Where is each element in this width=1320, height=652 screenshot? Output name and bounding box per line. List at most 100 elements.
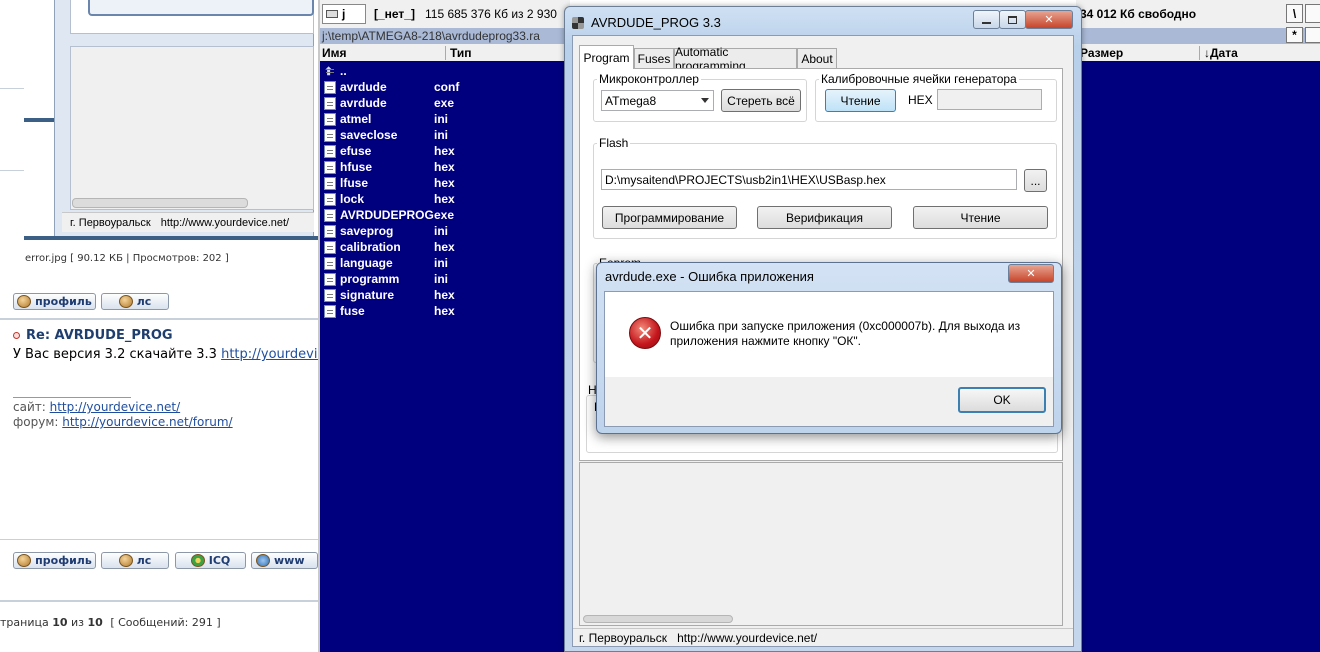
file-row[interactable]: programm ini bbox=[324, 271, 448, 287]
tab-about[interactable]: About bbox=[797, 48, 837, 68]
file-ext: hex bbox=[434, 288, 455, 302]
flash-path-field[interactable]: D:\mysaitend\PROJECTS\usb2in1\HEX\USBasp… bbox=[601, 169, 1017, 190]
file-row[interactable]: efuse hex bbox=[324, 143, 455, 159]
sig-forum-link[interactable]: http://yourdevice.net/forum/ bbox=[62, 415, 232, 429]
file-name: saveprog bbox=[340, 224, 394, 238]
tab-fuses[interactable]: Fuses bbox=[634, 48, 674, 68]
parent-dir-row[interactable]: ⬆.. bbox=[324, 63, 434, 79]
icq-label: ICQ bbox=[208, 554, 231, 567]
file-ext: exe bbox=[434, 208, 455, 222]
dialog-message: Ошибка при запуске приложения (0xc000007… bbox=[670, 319, 1020, 349]
post-body: У Вас версия 3.2 скачайте 3.3 http://you… bbox=[13, 347, 318, 362]
browse-button[interactable]: ... bbox=[1024, 169, 1047, 192]
tab-program[interactable]: Program bbox=[579, 45, 634, 69]
minimize-button[interactable] bbox=[973, 10, 1000, 29]
file-icon bbox=[324, 176, 336, 190]
icq-flower-icon bbox=[190, 554, 205, 567]
col-type[interactable]: Тип bbox=[446, 46, 472, 60]
post-title[interactable]: Re: AVRDUDE_PROG bbox=[26, 328, 173, 343]
pm-button[interactable]: лс bbox=[101, 293, 169, 310]
path-bar[interactable]: j:\temp\ATMEGA8-218\avrdudeprog33.ra bbox=[320, 28, 570, 44]
file-row[interactable]: calibration hex bbox=[324, 239, 455, 255]
file-name: signature bbox=[340, 288, 395, 302]
file-ext: hex bbox=[434, 240, 455, 254]
profile-label-2: профиль bbox=[35, 554, 92, 567]
col-size[interactable]: Размер bbox=[1076, 45, 1200, 60]
hex-field[interactable] bbox=[937, 89, 1042, 110]
icq-button[interactable]: ICQ bbox=[175, 552, 246, 569]
file-ext: ini bbox=[434, 128, 448, 142]
verify-button[interactable]: Верификация bbox=[757, 206, 892, 229]
drive-selector[interactable]: j bbox=[322, 4, 366, 24]
post-text: У Вас версия 3.2 скачайте 3.3 bbox=[13, 347, 217, 362]
up-button[interactable] bbox=[1305, 4, 1320, 23]
file-row[interactable]: signature hex bbox=[324, 287, 455, 303]
www-button[interactable]: www bbox=[251, 552, 318, 569]
sig-site-label: сайт: bbox=[13, 400, 46, 414]
program-button[interactable]: Программирование bbox=[602, 206, 737, 229]
close-button[interactable]: ✕ bbox=[1025, 10, 1073, 29]
file-name: .. bbox=[340, 64, 347, 78]
log-scrollbar[interactable] bbox=[583, 615, 733, 623]
read-button[interactable]: Чтение bbox=[913, 206, 1048, 229]
file-row[interactable]: avrdude exe bbox=[324, 95, 454, 111]
space-info: 115 685 376 Кб из 2 930 bbox=[424, 7, 557, 21]
attachment-scrollbar bbox=[72, 198, 248, 208]
profile-button[interactable]: профиль bbox=[13, 293, 96, 310]
file-name: saveclose bbox=[340, 128, 398, 142]
file-icon bbox=[324, 128, 336, 142]
right-column-header: Размер ↓ Дата bbox=[1076, 44, 1320, 61]
file-row[interactable]: hfuse hex bbox=[324, 159, 455, 175]
file-icon bbox=[324, 224, 336, 238]
attachment-title-edge bbox=[88, 0, 314, 16]
log-area[interactable] bbox=[579, 462, 1063, 626]
calibration-read-button[interactable]: Чтение bbox=[825, 89, 896, 112]
status-bar: г. Первоуральск http://www.yourdevice.ne… bbox=[573, 628, 1073, 647]
file-row[interactable]: language ini bbox=[324, 255, 448, 271]
star-button-2[interactable] bbox=[1305, 27, 1320, 43]
file-row[interactable]: saveclose ini bbox=[324, 127, 448, 143]
file-row[interactable]: AVRDUDEPROG exe bbox=[324, 207, 454, 223]
file-name: fuse bbox=[340, 304, 365, 318]
file-name: hfuse bbox=[340, 160, 373, 174]
chevron-down-icon bbox=[701, 98, 709, 103]
file-row[interactable]: saveprog ini bbox=[324, 223, 448, 239]
right-path-bar[interactable] bbox=[1076, 28, 1320, 44]
file-row[interactable]: avrdude conf bbox=[324, 79, 459, 95]
star-button[interactable]: * bbox=[1286, 27, 1303, 43]
erase-all-button[interactable]: Стереть всё bbox=[721, 89, 801, 112]
file-row[interactable]: lfuse hex bbox=[324, 175, 455, 191]
col-date[interactable]: Дата bbox=[1210, 46, 1238, 60]
post-link[interactable]: http://yourdevic bbox=[221, 347, 318, 362]
file-row[interactable]: atmel ini bbox=[324, 111, 448, 127]
maximize-icon bbox=[1008, 15, 1017, 24]
root-button[interactable]: \ bbox=[1286, 4, 1303, 23]
maximize-button[interactable] bbox=[999, 10, 1026, 29]
sig-site-link[interactable]: http://yourdevice.net/ bbox=[50, 400, 181, 414]
file-name: AVRDUDEPROG bbox=[340, 208, 434, 222]
col-name[interactable]: Имя bbox=[320, 45, 446, 60]
file-name: lock bbox=[340, 192, 365, 206]
path-text: j:\temp\ATMEGA8-218\avrdudeprog33.ra bbox=[322, 29, 540, 43]
profile-button-2[interactable]: профиль bbox=[13, 552, 96, 569]
forum-page: г. Первоуральск http://www.yourdevice.ne… bbox=[0, 0, 318, 652]
file-row[interactable]: fuse hex bbox=[324, 303, 455, 319]
dialog-close-button[interactable]: ✕ bbox=[1008, 264, 1054, 283]
hex-label: HEX bbox=[908, 93, 933, 107]
file-row[interactable]: lock hex bbox=[324, 191, 455, 207]
file-icon bbox=[324, 80, 336, 94]
signature-rule bbox=[13, 397, 131, 398]
tab-automatic-programming[interactable]: Automatic programming bbox=[674, 45, 797, 73]
flash-label: Flash bbox=[597, 136, 631, 150]
ok-button[interactable]: OK bbox=[958, 387, 1046, 413]
sig-forum-label: форум: bbox=[13, 415, 59, 429]
file-name: programm bbox=[340, 272, 400, 286]
page-current: 10 bbox=[52, 616, 68, 629]
status-url: http://www.yourdevice.net/ bbox=[677, 631, 818, 645]
user-icon bbox=[17, 554, 32, 567]
attachment-url: http://www.yourdevice.net/ bbox=[160, 216, 290, 229]
divider-4 bbox=[0, 600, 318, 602]
pm-button-2[interactable]: лс bbox=[101, 552, 169, 569]
window-title: AVRDUDE_PROG 3.3 bbox=[591, 15, 721, 30]
mcu-select[interactable]: ATmega8 bbox=[601, 90, 714, 111]
